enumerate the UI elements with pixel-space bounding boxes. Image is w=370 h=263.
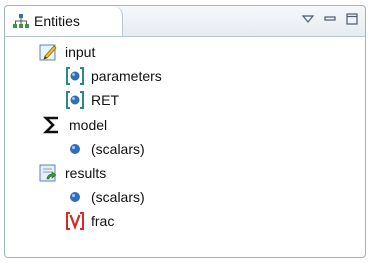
tree-item-label: results (65, 165, 107, 181)
tree-item-label: (scalars) (91, 189, 145, 205)
scalar-dot-icon (65, 188, 85, 206)
entities-tree-icon (13, 14, 29, 28)
tree-item-input[interactable]: input (39, 41, 95, 63)
view-controls (301, 11, 359, 27)
tree-item-frac[interactable]: frac (65, 210, 114, 232)
parameter-vector-icon (65, 91, 85, 109)
variable-vector-icon (65, 212, 85, 231)
view-header: Entities (5, 6, 365, 37)
tree-item-label: model (69, 117, 108, 133)
scalar-dot-icon (65, 140, 85, 158)
tree-item-label: frac (91, 213, 115, 229)
tree-item-label: RET (91, 92, 119, 108)
tab-entities[interactable]: Entities (5, 6, 123, 36)
view-menu-icon[interactable] (301, 12, 315, 26)
tree-item-results[interactable]: results (39, 162, 106, 184)
tree-item-label: parameters (91, 68, 162, 84)
tree-item-parameters[interactable]: parameters (65, 65, 162, 87)
tree-item-results-scalars[interactable]: (scalars) (65, 186, 145, 208)
sigma-icon (42, 116, 63, 134)
tree-item-label: input (65, 44, 96, 60)
maximize-icon[interactable] (345, 12, 359, 26)
parameter-vector-icon (65, 67, 85, 85)
minimize-icon[interactable] (323, 12, 337, 26)
view-title: Entities (34, 13, 80, 29)
tree-item-model-scalars[interactable]: (scalars) (65, 138, 145, 160)
tree-item-model[interactable]: model (42, 114, 108, 136)
results-icon (39, 164, 59, 182)
tree-item-ret[interactable]: RET (65, 89, 119, 111)
entities-view: Entities input parameters RET model (sca… (4, 5, 366, 258)
input-edit-icon (39, 43, 59, 61)
tree-item-label: (scalars) (91, 141, 145, 157)
